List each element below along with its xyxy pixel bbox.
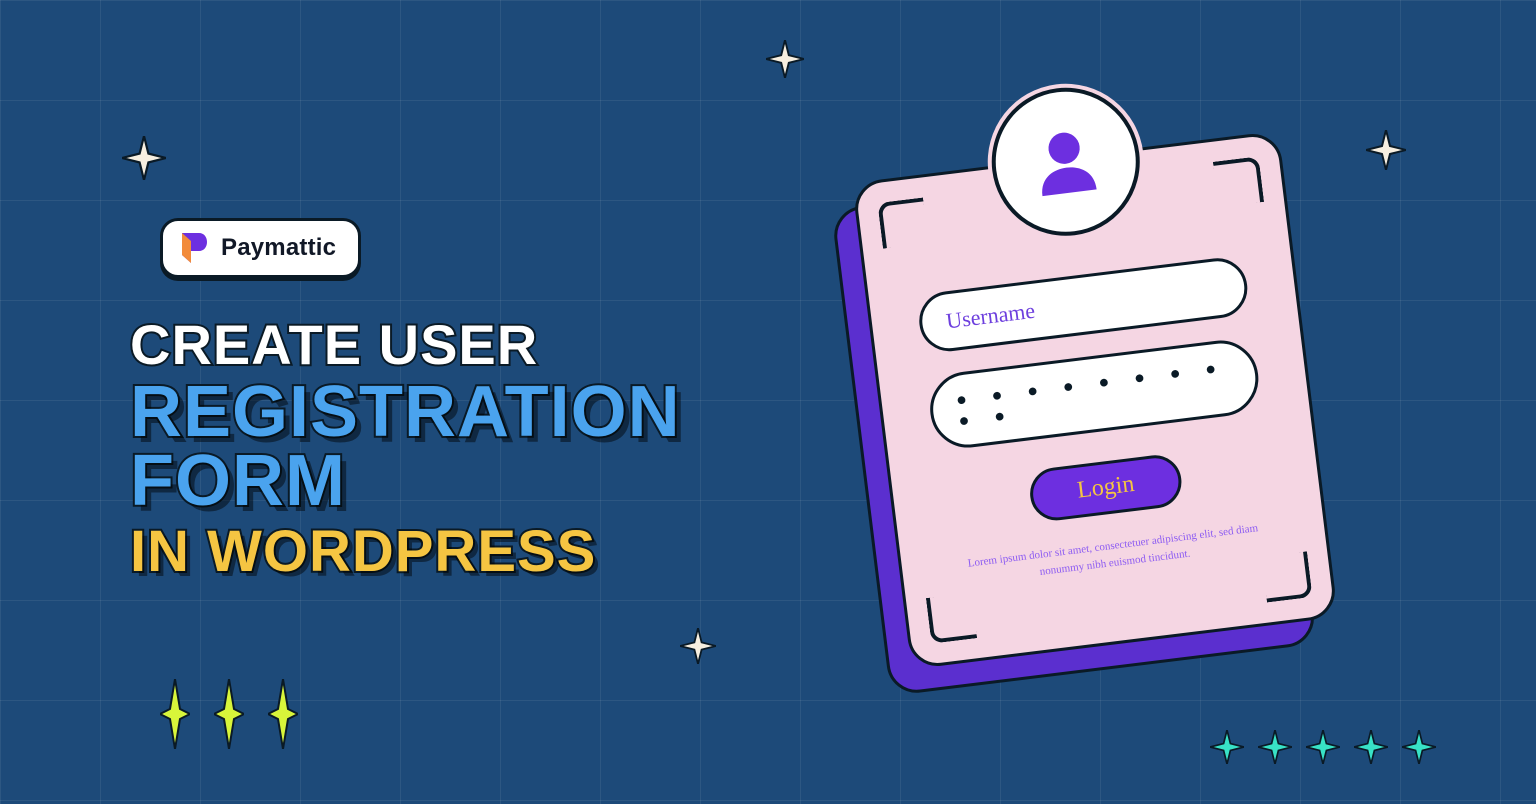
sparkle-icon	[766, 40, 804, 78]
sparkle-icon	[680, 628, 716, 664]
sparkle-icon	[1366, 130, 1406, 170]
headline: CREATE USER REGISTRATION FORM IN WORDPRE…	[130, 318, 850, 580]
headline-line2: REGISTRATION FORM	[130, 378, 850, 516]
corner-bracket-icon	[926, 592, 977, 643]
user-icon	[1022, 118, 1109, 205]
brand-pill: Paymattic	[160, 218, 361, 278]
corner-bracket-icon	[1261, 551, 1312, 602]
username-input[interactable]: Username	[916, 255, 1251, 355]
sparkle-cluster-yellow	[160, 679, 298, 749]
login-card: Username ● ● ● ● ● ● ● ● ● ● Login Lorem…	[852, 131, 1339, 670]
corner-bracket-icon	[877, 197, 928, 248]
card-helper-text: Lorem ipsum dolor sit amet, consectetuer…	[948, 518, 1280, 591]
corner-bracket-icon	[1213, 156, 1264, 207]
headline-line1: CREATE USER	[130, 318, 850, 372]
card-face: Username ● ● ● ● ● ● ● ● ● ● Login Lorem…	[852, 131, 1339, 670]
sparkle-row-teal	[1210, 730, 1436, 764]
paymattic-logo-icon	[179, 231, 209, 265]
password-input[interactable]: ● ● ● ● ● ● ● ● ● ●	[926, 336, 1263, 452]
headline-line3: IN WORDPRESS	[130, 524, 850, 580]
sparkle-icon	[122, 136, 166, 180]
login-button[interactable]: Login	[1027, 452, 1184, 523]
brand-name: Paymattic	[221, 234, 336, 262]
